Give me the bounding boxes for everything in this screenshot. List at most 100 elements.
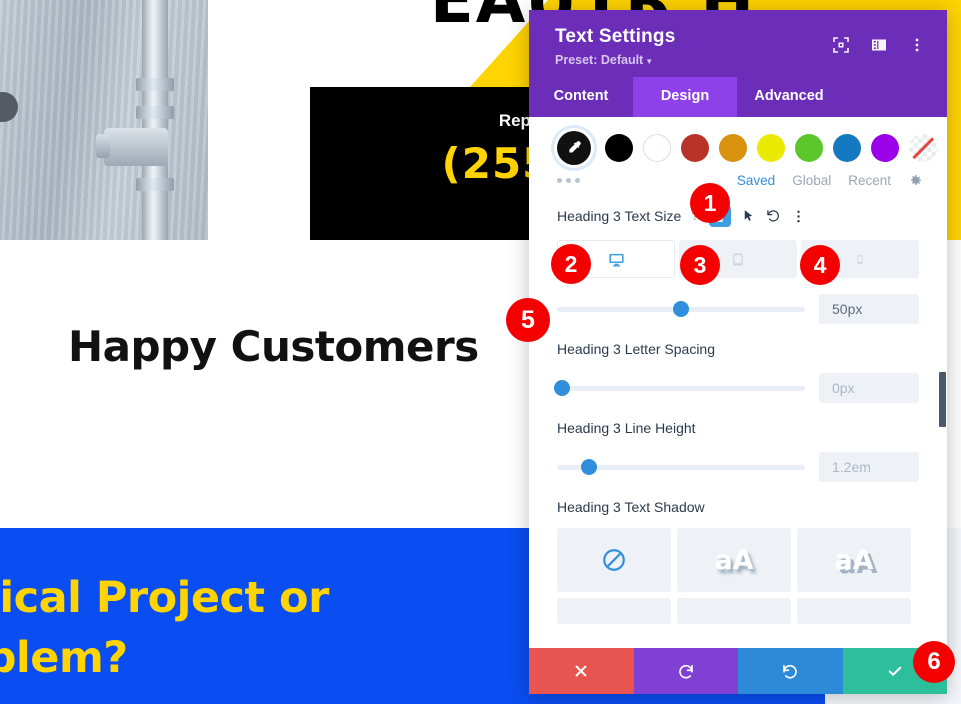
responsive-toggle-icon[interactable]: [708, 205, 731, 227]
modal-header: Text Settings Preset: Default ▼: [529, 10, 947, 77]
modal-footer: [529, 648, 947, 694]
text-shadow-option-6[interactable]: [797, 598, 911, 624]
pipe-photo: [0, 0, 208, 240]
text-settings-modal[interactable]: Text Settings Preset: Default▼ Content: [529, 10, 947, 694]
text-shadow-option-4[interactable]: [557, 598, 671, 624]
swatch-purple[interactable]: [871, 134, 899, 162]
focus-target-icon[interactable]: [833, 37, 849, 53]
device-tab-tablet[interactable]: [679, 240, 797, 278]
modal-scrollbar[interactable]: [939, 117, 947, 648]
swatch-amber[interactable]: [719, 134, 747, 162]
field-heading3-letter-spacing: Heading 3 Letter Spacing 0px: [529, 341, 947, 403]
tab-design[interactable]: Design: [633, 77, 737, 117]
text-size-slider-track[interactable]: [557, 301, 805, 317]
field-label: Heading 3 Line Height: [557, 420, 696, 436]
more-vertical-icon[interactable]: [909, 37, 925, 53]
palette-tab-recent[interactable]: Recent: [848, 173, 891, 188]
preset-selector[interactable]: Preset: Default ▼: [555, 53, 921, 67]
preset-label: Preset: Default: [555, 53, 644, 67]
text-shadow-option-2[interactable]: aA: [797, 528, 911, 592]
no-shadow-icon: [603, 549, 625, 571]
field-label-row: Heading 3 Letter Spacing: [557, 341, 919, 357]
cta-line-2: Problem?: [0, 633, 128, 683]
text-size-slider-thumb[interactable]: [673, 301, 689, 317]
swatch-green[interactable]: [795, 134, 823, 162]
text-size-slider-row: 50px: [557, 294, 919, 324]
text-shadow-option-1[interactable]: aA: [677, 528, 791, 592]
eyedropper-icon: [569, 141, 581, 153]
text-shadow-option-5[interactable]: [677, 598, 791, 624]
field-heading3-line-height: Heading 3 Line Height 1.2em: [529, 420, 947, 482]
tab-content[interactable]: Content: [529, 77, 633, 117]
palette-tab-saved[interactable]: Saved: [737, 173, 775, 188]
text-shadow-options: aA aA: [557, 528, 919, 624]
swatch-yellow[interactable]: [757, 134, 785, 162]
field-label-row: Heading 3 Text Shadow: [557, 499, 919, 515]
section-heading: Happy Customers: [68, 322, 479, 371]
device-tab-phone[interactable]: [801, 240, 919, 278]
caret-down-icon: ▼: [645, 57, 654, 66]
field-label: Heading 3 Text Size: [557, 208, 682, 224]
letter-spacing-slider-thumb[interactable]: [553, 380, 570, 396]
palette-tab-global[interactable]: Global: [792, 173, 831, 188]
swatch-blue[interactable]: [833, 134, 861, 162]
line-height-slider-thumb[interactable]: [581, 459, 598, 475]
field-label-row: Heading 3 Text Size ?: [557, 205, 919, 227]
line-height-slider-track[interactable]: [557, 459, 805, 475]
color-palette-row: [529, 117, 947, 165]
palette-source-row: Saved Global Recent: [529, 165, 947, 188]
pipe-vertical: [142, 0, 168, 240]
cancel-button[interactable]: [529, 648, 634, 694]
line-height-slider-row: 1.2em: [557, 452, 919, 482]
undo-button[interactable]: [633, 648, 738, 694]
pipe-tee-joint: [104, 128, 168, 166]
color-picker-button[interactable]: [557, 131, 591, 165]
field-label: Heading 3 Letter Spacing: [557, 341, 715, 357]
close-x-icon: [575, 665, 587, 677]
swatch-black[interactable]: [605, 134, 633, 162]
undo-reset-icon[interactable]: [766, 209, 781, 224]
modal-body: Saved Global Recent Heading 3 Text Size …: [529, 117, 947, 648]
cursor-arrow-icon[interactable]: [741, 209, 756, 224]
pipe-tee-cap: [96, 134, 110, 158]
swatch-white[interactable]: [643, 134, 671, 162]
redo-icon: [783, 664, 798, 679]
carousel-prev-arrow[interactable]: [0, 92, 18, 122]
text-shadow-option-none[interactable]: [557, 528, 671, 592]
save-button[interactable]: [842, 648, 947, 694]
swatch-dark-red[interactable]: [681, 134, 709, 162]
line-height-value-input[interactable]: 1.2em: [819, 452, 919, 482]
tablet-icon: [733, 253, 743, 265]
pipe-collar-mid: [136, 106, 174, 119]
swatch-transparent[interactable]: [909, 134, 937, 162]
question-icon[interactable]: ?: [691, 209, 698, 223]
cta-line-1: ectrical Project or: [0, 573, 329, 623]
text-size-value-input[interactable]: 50px: [819, 294, 919, 324]
text-shadow-preview: aA: [834, 544, 874, 576]
field-heading3-text-size: Heading 3 Text Size ? 50px: [529, 205, 947, 324]
undo-icon: [678, 664, 693, 679]
tab-advanced[interactable]: Advanced: [737, 77, 841, 117]
text-shadow-preview: aA: [714, 544, 754, 576]
pipe-collar-top: [136, 78, 174, 91]
device-tabs: [557, 240, 919, 278]
modal-tabs: Content Design Advanced: [529, 77, 947, 117]
phone-icon: [857, 254, 863, 264]
field-more-vertical-icon[interactable]: [791, 209, 806, 224]
device-tab-desktop[interactable]: [557, 240, 675, 278]
redo-button[interactable]: [738, 648, 843, 694]
layout-panel-icon[interactable]: [871, 37, 887, 53]
desktop-icon: [608, 253, 624, 266]
checkmark-icon: [888, 666, 901, 676]
pipe-collar-bottom: [136, 178, 174, 191]
field-heading3-text-shadow: Heading 3 Text Shadow aA aA: [529, 499, 947, 624]
field-label: Heading 3 Text Shadow: [557, 499, 705, 515]
gear-icon[interactable]: [908, 173, 923, 188]
letter-spacing-value-input[interactable]: 0px: [819, 373, 919, 403]
more-horizontal-icon[interactable]: [557, 178, 580, 183]
letter-spacing-slider-track[interactable]: [553, 380, 805, 396]
modal-scrollbar-thumb[interactable]: [939, 372, 946, 427]
header-icon-group: [833, 37, 925, 53]
letter-spacing-slider-row: 0px: [553, 373, 919, 403]
field-label-row: Heading 3 Line Height: [557, 420, 919, 436]
